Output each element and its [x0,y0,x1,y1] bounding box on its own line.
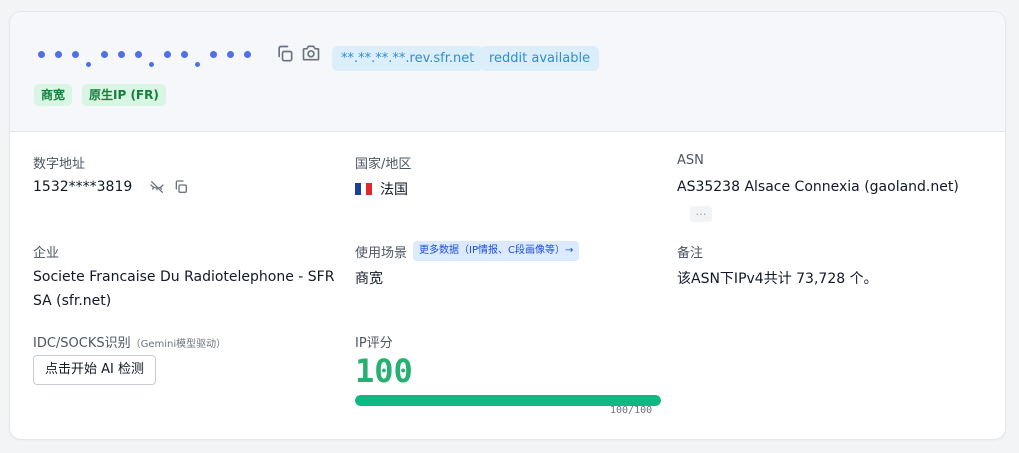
usage-value: 商宽 [355,271,383,287]
ip-row [34,42,266,74]
asn-label: ASN [677,153,704,168]
ip-mask-dot [181,51,188,58]
eye-off-icon[interactable] [149,179,165,195]
score-value: 100 [355,352,413,390]
ip-mask-dot [210,51,217,58]
ip-separator-dot [86,62,91,67]
country-value: 法国 [355,179,408,199]
score-text: 100/100 [610,405,653,416]
usage-label: 使用场景 [355,246,408,261]
ip-mask-dot [55,51,62,58]
idc-label-note: （Gemini模型驱动） [130,339,227,350]
camera-icon[interactable] [301,43,321,63]
hostname-pill: **.**.**.**.rev.sfr.net [332,46,484,71]
ip-mask-dot [101,51,108,58]
company-value: Societe Francaise Du Radiotelephone - SF… [33,269,335,309]
tag-native-ip: 原生IP (FR) [82,84,166,106]
idc-label: IDC/SOCKS识别（Gemini模型驱动） [33,332,226,351]
asn-value: AS35238 Alsace Connexia (gaoland.net) [677,179,959,195]
ip-mask-dot [244,51,251,58]
ip-mask-dot [164,51,171,58]
ip-mask-dot [38,51,45,58]
reddit-status-pill: reddit available [480,46,600,71]
masked-ip-address [34,43,266,73]
idc-label-text: IDC/SOCKS识别 [33,336,131,351]
numeric-address-label: 数字地址 [33,157,86,172]
score-label: IP评分 [355,336,393,351]
note-label: 备注 [677,246,704,261]
france-flag-icon [355,183,372,195]
asn-more-button[interactable]: … [690,206,712,222]
ip-separator-dot [149,62,154,67]
ai-detect-button[interactable]: 点击开始 AI 检测 [33,355,156,385]
ip-mask-dot [227,51,234,58]
country-name: 法国 [380,182,408,198]
copy-icon[interactable] [275,44,295,64]
numeric-address-value: 1532****3819 [33,179,133,195]
company-label: 企业 [33,246,60,261]
tag-broadband: 商宽 [34,84,73,106]
ip-mask-dot [72,51,79,58]
ip-info-card: **.**.**.**.rev.sfr.net reddit available… [9,11,1006,440]
card-header: **.**.**.**.rev.sfr.net reddit available… [10,12,1005,132]
ip-mask-dot [135,51,142,58]
copy-numeric-icon[interactable] [173,179,189,195]
ip-mask-dot [118,51,125,58]
more-data-link[interactable]: 更多数据（IP情报、C段画像等）→ [413,241,580,261]
country-label: 国家/地区 [355,157,412,172]
ip-separator-dot [195,62,200,67]
note-value: 该ASN下IPv4共计 73,728 个。 [677,271,878,287]
